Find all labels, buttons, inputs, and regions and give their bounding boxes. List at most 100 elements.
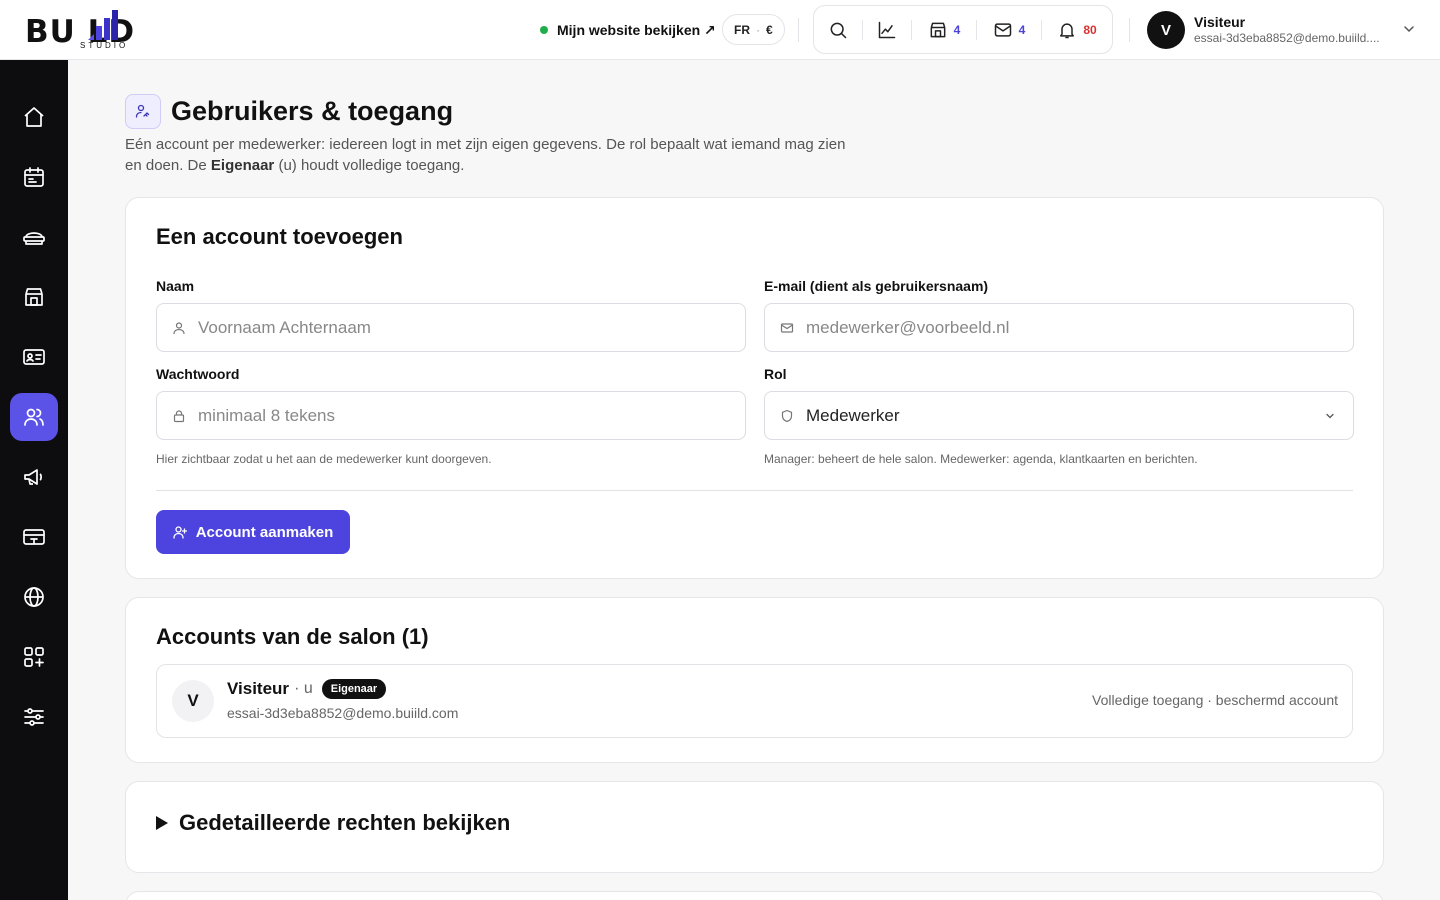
lock-icon xyxy=(173,409,185,422)
apps-icon xyxy=(24,647,44,667)
bell-icon xyxy=(1060,22,1075,38)
sliders-icon xyxy=(24,708,44,726)
form-divider xyxy=(156,490,1353,491)
permissions-details-card: Gedetailleerde rechten bekijken xyxy=(125,781,1384,873)
search-button[interactable] xyxy=(814,6,862,53)
store-icon xyxy=(25,288,43,306)
sidebar-item-website[interactable] xyxy=(10,573,58,621)
calendar-icon xyxy=(24,167,44,187)
notifications-count: 80 xyxy=(1083,22,1097,37)
password-field[interactable]: minimaal 8 tekens xyxy=(156,391,746,440)
payment-icon xyxy=(23,529,45,545)
create-account-button[interactable]: Account aanmaken xyxy=(156,510,350,554)
logo-subtitle: STUDIO xyxy=(80,41,129,50)
users-icon xyxy=(24,408,44,426)
page-header: Gebruikers & toegang xyxy=(125,93,453,129)
language-label: FR xyxy=(734,22,750,37)
account-status: Volledige toegang · beschermd account xyxy=(1092,692,1338,708)
sidebar-item-services[interactable] xyxy=(10,213,58,261)
top-bar: BU LD STUDIO Mijn website bekijken ↗ FR … xyxy=(0,0,1440,60)
currency-label: € xyxy=(766,22,773,37)
messages-button[interactable]: 4 xyxy=(977,6,1041,53)
account-you-marker: · u xyxy=(294,680,313,697)
name-placeholder: Voornaam Achternaam xyxy=(198,317,371,337)
page-description: Eén account per medewerker: iedereen log… xyxy=(125,134,860,176)
shield-icon xyxy=(781,409,793,422)
sidebar-item-calendar[interactable] xyxy=(10,153,58,201)
user-plus-icon xyxy=(173,526,187,539)
add-account-card: Een account toevoegen Naam Voornaam Acht… xyxy=(125,197,1384,579)
password-hint: Hier zichtbaar zodat u het aan de medewe… xyxy=(156,452,492,466)
account-row[interactable]: V Visiteur · u Eigenaar essai-3d3eba8852… xyxy=(156,664,1353,738)
online-status-dot xyxy=(540,26,548,34)
sidebar-item-users[interactable] xyxy=(10,393,58,441)
id-card-icon xyxy=(23,349,45,365)
role-value: Medewerker xyxy=(806,405,900,425)
role-hint: Manager: beheert de hele salon. Medewerk… xyxy=(764,452,1198,466)
role-label: Rol xyxy=(764,366,787,382)
chart-icon xyxy=(878,21,896,38)
password-label: Wachtwoord xyxy=(156,366,240,382)
page-icon xyxy=(125,93,161,129)
user-icon xyxy=(173,321,185,334)
accounts-card: Accounts van de salon (1) V Visiteur · u… xyxy=(125,597,1384,763)
chevron-down-icon xyxy=(1404,26,1414,33)
sidebar-item-home[interactable] xyxy=(10,93,58,141)
page-title: Gebruikers & toegang xyxy=(171,95,454,126)
name-label: Naam xyxy=(156,278,195,294)
create-account-label: Account aanmaken xyxy=(195,523,334,541)
sidebar-item-apps[interactable] xyxy=(10,633,58,681)
logo-bars-icon xyxy=(88,10,118,40)
account-name: Visiteur xyxy=(227,679,290,698)
view-website-link[interactable]: Mijn website bekijken ↗ xyxy=(540,18,716,42)
account-name-line: Visiteur · u Eigenaar xyxy=(227,679,387,699)
header-divider xyxy=(798,18,799,42)
sidebar-item-store[interactable] xyxy=(10,273,58,321)
logo[interactable]: BU LD STUDIO xyxy=(25,8,185,52)
user-menu[interactable]: V Visiteur essai-3d3eba8852@demo.buiild.… xyxy=(1147,11,1417,49)
language-currency-switcher[interactable]: FR · € xyxy=(722,14,785,45)
megaphone-icon xyxy=(24,469,42,485)
mail-icon xyxy=(994,22,1011,37)
service-icon xyxy=(23,232,45,245)
mail-icon xyxy=(780,322,794,333)
header-divider xyxy=(1129,18,1130,42)
password-placeholder: minimaal 8 tekens xyxy=(198,405,336,425)
account-email: essai-3d3eba8852@demo.buiild.com xyxy=(227,705,459,721)
accounts-heading: Accounts van de salon (1) xyxy=(156,624,429,649)
sidebar-item-marketing[interactable] xyxy=(10,453,58,501)
header-tools: 4 4 80 xyxy=(813,5,1113,54)
email-field[interactable]: medewerker@voorbeeld.nl xyxy=(764,303,1354,352)
role-select[interactable]: Medewerker xyxy=(764,391,1354,440)
avatar: V xyxy=(1147,11,1185,49)
disclosure-triangle-icon xyxy=(156,816,168,830)
pill-separator: · xyxy=(756,22,760,37)
role-badge: Eigenaar xyxy=(321,679,387,699)
user-name: Visiteur xyxy=(1194,14,1246,30)
intro-owner-emphasis: Eigenaar xyxy=(210,157,275,174)
user-email: essai-3d3eba8852@demo.buiild.... xyxy=(1194,31,1380,45)
messages-count: 4 xyxy=(1018,22,1026,37)
statistics-button[interactable] xyxy=(863,6,911,53)
add-account-heading: Een account toevoegen xyxy=(156,224,403,249)
view-website-label: Mijn website bekijken ↗ xyxy=(557,21,716,38)
store-button[interactable]: 4 xyxy=(912,6,976,53)
email-placeholder: medewerker@voorbeeld.nl xyxy=(806,317,1010,337)
permissions-details-toggle[interactable]: Gedetailleerde rechten bekijken xyxy=(156,810,510,836)
intro-text-end: (u) houdt volledige toegang. xyxy=(274,157,465,174)
next-card xyxy=(125,891,1384,900)
notifications-button[interactable]: 80 xyxy=(1042,6,1112,53)
user-key-icon xyxy=(135,104,150,118)
store-icon xyxy=(930,22,946,37)
chevron-down-icon xyxy=(1326,413,1334,419)
sidebar-item-clients[interactable] xyxy=(10,333,58,381)
permissions-details-label: Gedetailleerde rechten bekijken xyxy=(179,810,511,835)
sidebar-item-payments[interactable] xyxy=(10,513,58,561)
globe-icon xyxy=(24,587,44,607)
sidebar-item-settings[interactable] xyxy=(10,693,58,741)
name-field[interactable]: Voornaam Achternaam xyxy=(156,303,746,352)
email-label: E-mail (dient als gebruikersnaam) xyxy=(764,278,989,294)
avatar: V xyxy=(172,680,214,722)
home-icon xyxy=(24,107,44,127)
store-count: 4 xyxy=(953,22,961,37)
